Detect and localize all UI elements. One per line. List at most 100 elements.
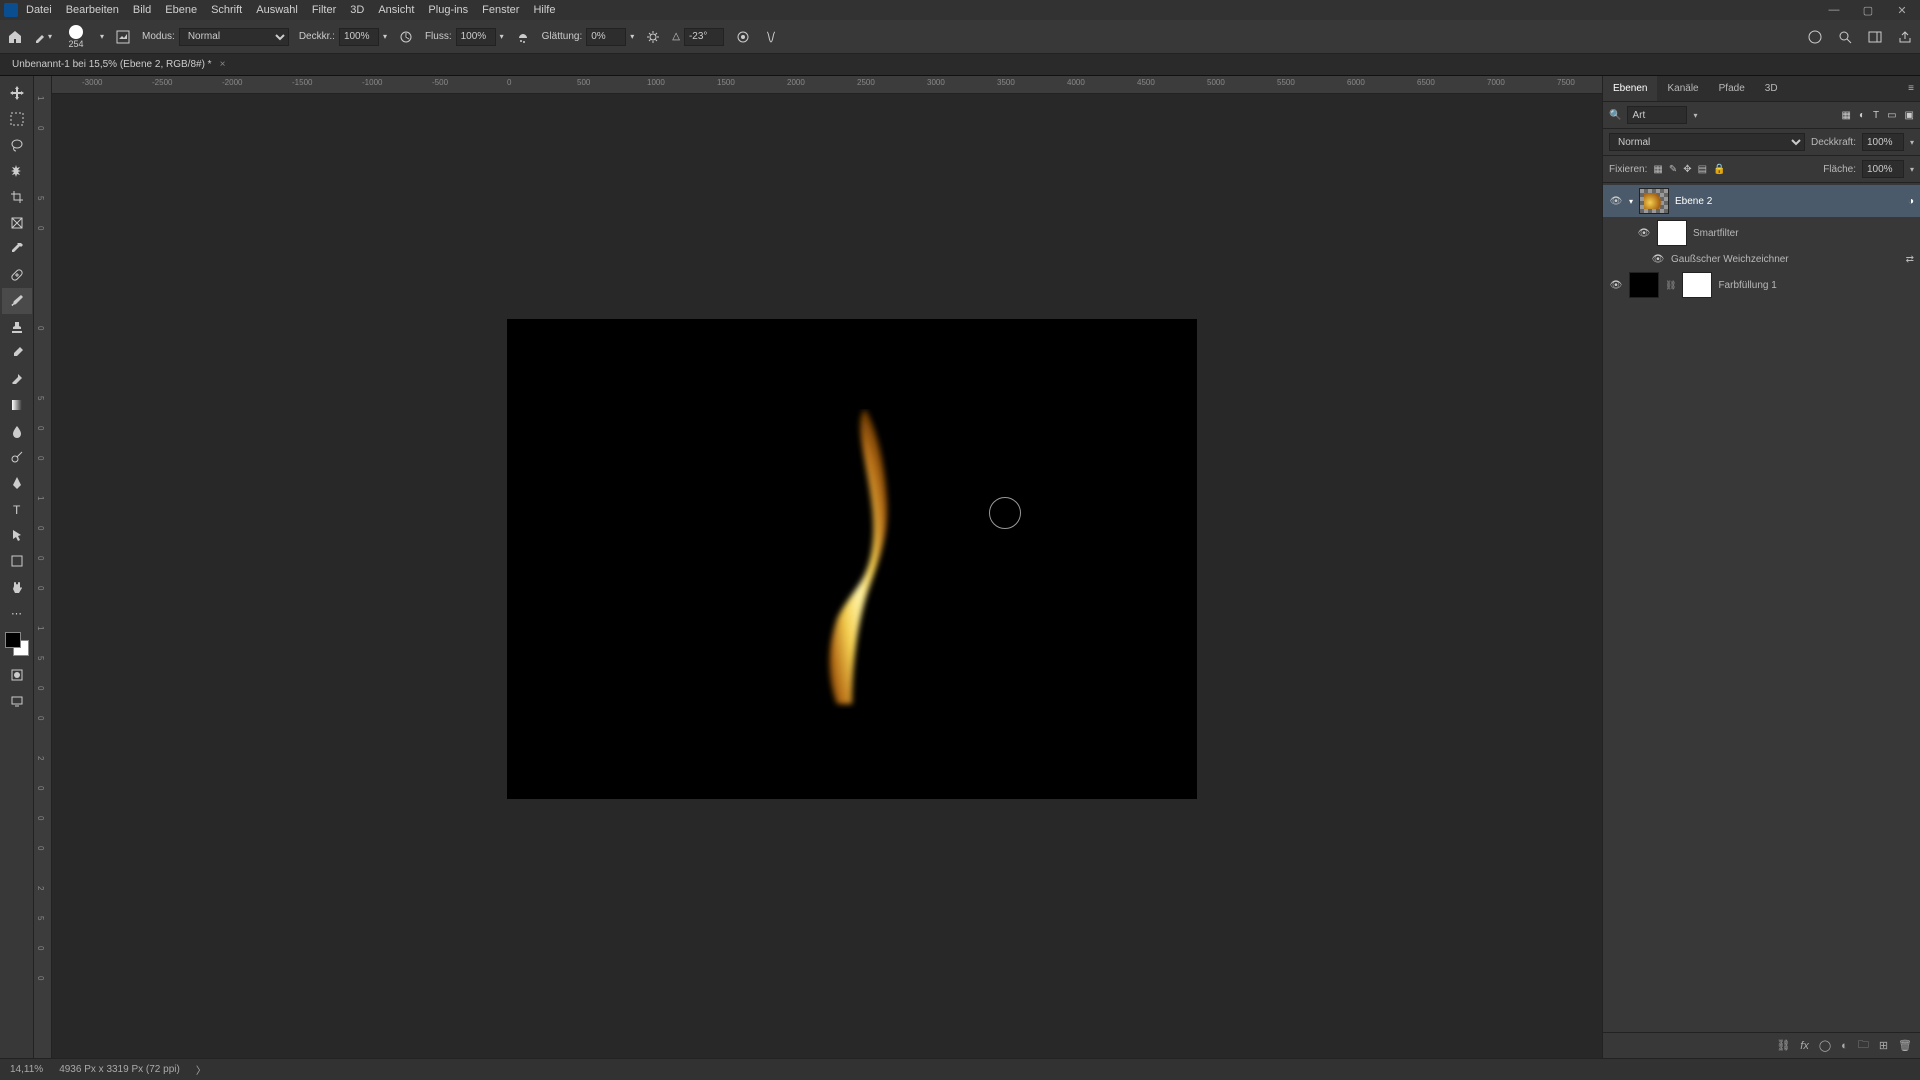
filter-shape-icon[interactable]: ▭ [1887, 110, 1896, 121]
delete-icon[interactable]: 🗑 [1898, 1039, 1912, 1052]
tab-kanaele[interactable]: Kanäle [1657, 76, 1708, 101]
brush-tool[interactable] [2, 288, 32, 314]
wand-tool[interactable] [2, 158, 32, 184]
filter-type-icon[interactable]: T [1873, 110, 1879, 121]
type-tool[interactable]: T [2, 496, 32, 522]
filter-settings-icon[interactable]: ⇄ [1906, 254, 1914, 265]
link-icon[interactable]: ⛓ [1665, 280, 1676, 291]
menu-ansicht[interactable]: Ansicht [378, 4, 414, 16]
search-icon[interactable] [1836, 28, 1854, 46]
smoothing-input[interactable] [586, 28, 626, 46]
move-tool[interactable] [2, 80, 32, 106]
brush-preview[interactable]: 254 [62, 23, 90, 51]
marquee-tool[interactable] [2, 106, 32, 132]
adjustment-icon[interactable]: ◐ [1841, 1040, 1848, 1052]
layer-ebene-2[interactable]: 👁 ▾ Ebene 2 ◑ [1603, 185, 1920, 217]
filter-mask-thumb[interactable] [1657, 220, 1687, 246]
menu-schrift[interactable]: Schrift [211, 4, 242, 16]
minimize-button[interactable]: — [1820, 1, 1848, 19]
symmetry-icon[interactable] [762, 28, 780, 46]
menu-datei[interactable]: Datei [26, 4, 52, 16]
cloud-icon[interactable] [1806, 28, 1824, 46]
brush-panel-icon[interactable] [114, 28, 132, 46]
menu-3d[interactable]: 3D [350, 4, 364, 16]
tab-3d[interactable]: 3D [1755, 76, 1788, 101]
filter-smart-icon[interactable]: ▣ [1905, 110, 1914, 121]
lock-trans-icon[interactable]: ▦ [1653, 164, 1662, 175]
home-icon[interactable] [6, 28, 24, 46]
close-button[interactable]: ✕ [1888, 1, 1916, 19]
menu-bild[interactable]: Bild [133, 4, 151, 16]
frame-tool[interactable] [2, 210, 32, 236]
workspace-icon[interactable] [1866, 28, 1884, 46]
document-tab[interactable]: Unbenannt-1 bei 15,5% (Ebene 2, RGB/8#) … [12, 59, 212, 70]
filter-adjust-icon[interactable]: ◐ [1859, 110, 1865, 121]
gradient-tool[interactable] [2, 392, 32, 418]
share-icon[interactable] [1896, 28, 1914, 46]
stamp-tool[interactable] [2, 314, 32, 340]
history-brush-tool[interactable] [2, 340, 32, 366]
mode-select[interactable]: Normal [179, 28, 289, 46]
mask-icon[interactable]: ◯ [1819, 1039, 1831, 1052]
blend-mode-select[interactable]: Normal [1609, 133, 1805, 151]
layer-smartfilter[interactable]: 👁 Smartfilter [1603, 217, 1920, 249]
link-layers-icon[interactable]: ⛓ [1776, 1039, 1790, 1052]
lock-nest-icon[interactable]: ▤ [1698, 164, 1707, 175]
visibility-icon[interactable]: 👁 [1609, 194, 1623, 208]
tab-close-icon[interactable]: × [220, 59, 226, 70]
new-layer-icon[interactable]: ⊞ [1879, 1039, 1888, 1052]
doc-info[interactable]: 4936 Px x 3319 Px (72 ppi) [59, 1064, 180, 1075]
layer-farbfuellung[interactable]: 👁 ⛓ Farbfüllung 1 [1603, 269, 1920, 301]
hand-tool[interactable] [2, 574, 32, 600]
tab-pfade[interactable]: Pfade [1709, 76, 1755, 101]
menu-auswahl[interactable]: Auswahl [256, 4, 298, 16]
quickmask-tool[interactable] [2, 662, 32, 688]
crop-tool[interactable] [2, 184, 32, 210]
zoom-level[interactable]: 14,11% [10, 1064, 43, 1075]
panel-menu-icon[interactable]: ≡ [1902, 76, 1920, 101]
flaeche-input[interactable] [1862, 160, 1904, 178]
menu-ebene[interactable]: Ebene [165, 4, 197, 16]
info-dropdown-icon[interactable]: 〉 [196, 1062, 206, 1077]
angle-input[interactable] [684, 28, 724, 46]
layer-filter-select[interactable] [1627, 106, 1687, 124]
smoothing-settings-icon[interactable] [644, 28, 662, 46]
group-icon[interactable]: 🗀 [1858, 1036, 1869, 1055]
brush-dropdown-icon[interactable]: ▾ [100, 32, 104, 41]
filter-pixel-icon[interactable]: ▦ [1841, 110, 1850, 121]
menu-fenster[interactable]: Fenster [482, 4, 519, 16]
visibility-icon[interactable]: 👁 [1637, 226, 1651, 240]
canvas[interactable] [52, 94, 1602, 1058]
screenmode-tool[interactable] [2, 688, 32, 714]
healing-tool[interactable] [2, 262, 32, 288]
visibility-icon[interactable]: 👁 [1609, 278, 1623, 292]
lock-paint-icon[interactable]: ✎ [1669, 164, 1677, 175]
dodge-tool[interactable] [2, 444, 32, 470]
lock-all-icon[interactable]: 🔒 [1713, 164, 1725, 175]
tool-preset-icon[interactable]: ▾ [34, 28, 52, 46]
lasso-tool[interactable] [2, 132, 32, 158]
menu-filter[interactable]: Filter [312, 4, 336, 16]
menu-bearbeiten[interactable]: Bearbeiten [66, 4, 119, 16]
fill-thumb[interactable] [1629, 272, 1659, 298]
maximize-button[interactable]: ▢ [1854, 1, 1882, 19]
pressure-size-icon[interactable] [734, 28, 752, 46]
mask-thumb[interactable] [1682, 272, 1712, 298]
opacity-input[interactable] [339, 28, 379, 46]
lock-pos-icon[interactable]: ✥ [1683, 164, 1691, 175]
pressure-opacity-icon[interactable] [397, 28, 415, 46]
deckkraft-input[interactable] [1862, 133, 1904, 151]
pen-tool[interactable] [2, 470, 32, 496]
layer-thumb[interactable] [1639, 188, 1669, 214]
path-select-tool[interactable] [2, 522, 32, 548]
menu-hilfe[interactable]: Hilfe [533, 4, 555, 16]
more-tools[interactable]: ⋯ [2, 600, 32, 626]
eraser-tool[interactable] [2, 366, 32, 392]
eyedropper-tool[interactable] [2, 236, 32, 262]
color-swatch[interactable] [5, 632, 29, 656]
airbrush-icon[interactable] [514, 28, 532, 46]
visibility-icon[interactable]: 👁 [1651, 252, 1665, 266]
flow-input[interactable] [456, 28, 496, 46]
blur-tool[interactable] [2, 418, 32, 444]
fx-icon[interactable]: fx [1800, 1040, 1809, 1052]
